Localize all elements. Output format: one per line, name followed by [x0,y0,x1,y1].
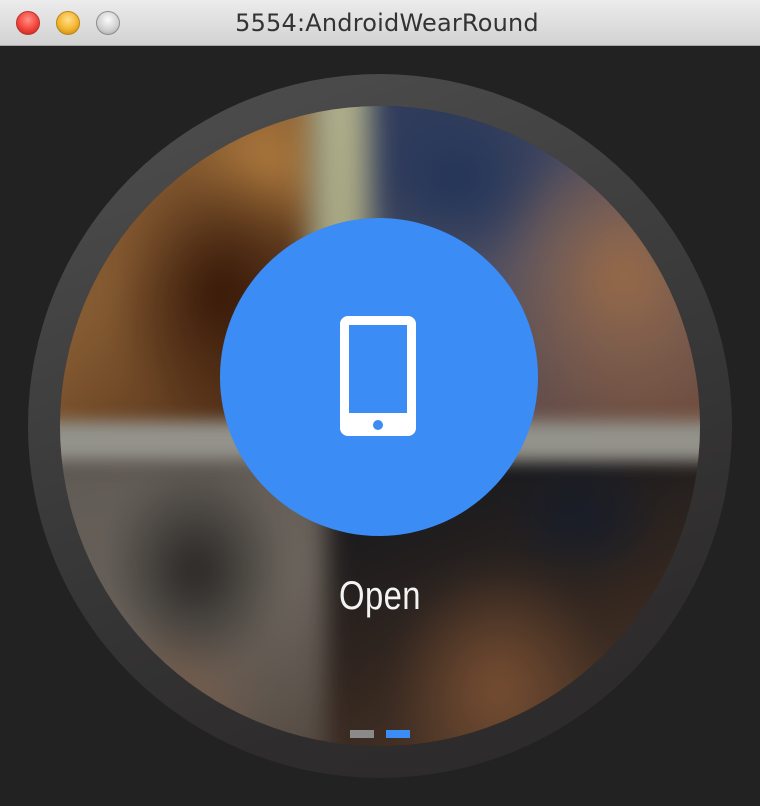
open-on-phone-button[interactable] [220,218,538,536]
page-indicator-inactive [350,730,374,738]
watch-screen[interactable]: Open [60,106,700,746]
emulator-display: Open [0,46,760,806]
page-indicator-active [386,730,410,738]
phone-icon [340,316,416,436]
title-bar[interactable]: 5554:AndroidWearRound [0,0,760,46]
open-label: Open [339,574,421,618]
window-title: 5554:AndroidWearRound [235,9,539,37]
emulator-window: 5554:AndroidWearRound Open [0,0,760,806]
